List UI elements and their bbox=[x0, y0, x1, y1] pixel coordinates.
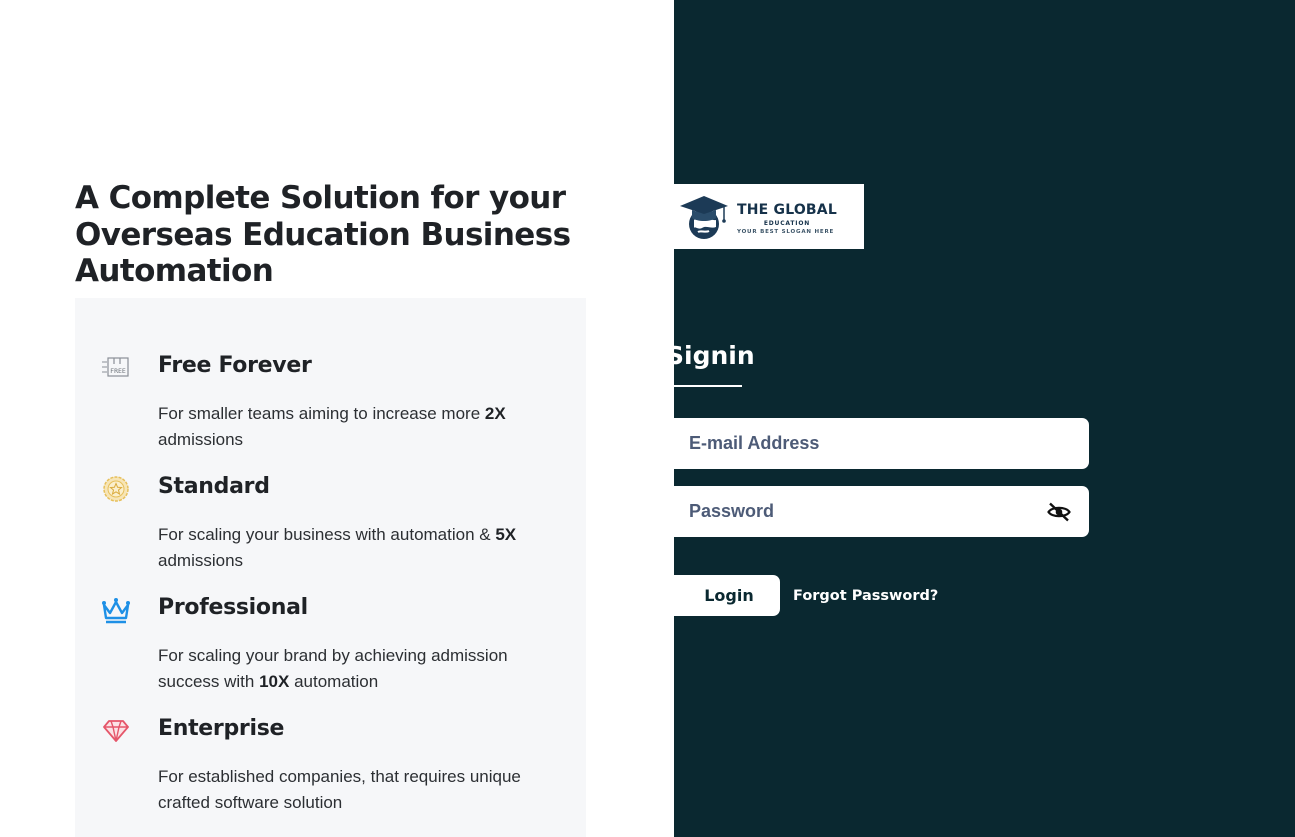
crown-icon bbox=[99, 593, 133, 627]
graduation-globe-icon bbox=[676, 192, 732, 242]
password-field[interactable] bbox=[674, 486, 1034, 537]
email-field[interactable] bbox=[674, 418, 1034, 469]
plan-title: Standard bbox=[158, 474, 270, 499]
page-headline: A Complete Solution for your Overseas Ed… bbox=[75, 180, 571, 289]
signin-title: Signin bbox=[674, 341, 755, 370]
svg-text:FREE: FREE bbox=[110, 367, 126, 375]
eye-slash-icon[interactable] bbox=[1047, 500, 1071, 524]
logo-slogan: YOUR BEST SLOGAN HERE bbox=[737, 229, 835, 235]
logo-title: THE GLOBAL bbox=[737, 202, 837, 218]
diamond-icon bbox=[99, 714, 133, 748]
plan-description: For scaling your business with automatio… bbox=[158, 525, 517, 570]
signin-panel: THE GLOBAL EDUCATION YOUR BEST SLOGAN HE… bbox=[674, 0, 1295, 837]
plans-list: FREE Free Forever For smaller teams aimi… bbox=[75, 298, 586, 837]
plan-description: For established companies, that requires… bbox=[158, 767, 521, 812]
plan-title: Free Forever bbox=[158, 353, 312, 378]
password-field-wrapper bbox=[674, 486, 1089, 537]
brand-logo: THE GLOBAL EDUCATION YOUR BEST SLOGAN HE… bbox=[674, 184, 864, 249]
gold-badge-icon bbox=[99, 472, 133, 506]
logo-text: THE GLOBAL EDUCATION YOUR BEST SLOGAN HE… bbox=[737, 202, 837, 235]
forgot-password-link[interactable]: Forgot Password? bbox=[793, 588, 938, 604]
marketing-panel: A Complete Solution for your Overseas Ed… bbox=[0, 0, 674, 837]
login-button[interactable]: Login bbox=[674, 575, 780, 616]
plan-description: For scaling your brand by achieving admi… bbox=[158, 646, 508, 691]
plan-description: For smaller teams aiming to increase mor… bbox=[158, 404, 506, 449]
plan-title: Enterprise bbox=[158, 716, 285, 741]
signin-underline bbox=[674, 385, 742, 387]
email-field-wrapper bbox=[674, 418, 1089, 469]
logo-subtitle: EDUCATION bbox=[763, 220, 811, 227]
free-tag-icon: FREE bbox=[99, 351, 133, 385]
plan-title: Professional bbox=[158, 595, 308, 620]
